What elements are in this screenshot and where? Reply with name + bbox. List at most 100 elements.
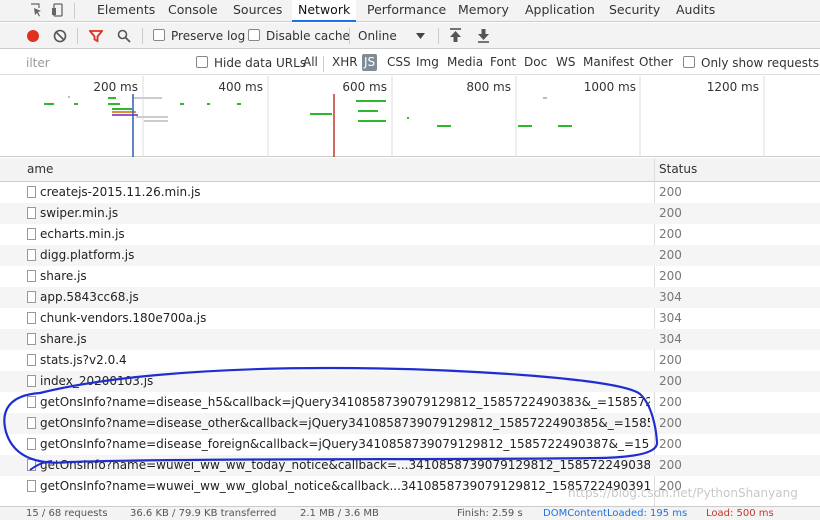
table-row[interactable]: stats.js?v2.0.4 200 [0, 350, 820, 371]
table-row[interactable]: chunk-vendors.180e700a.js 304 [0, 308, 820, 329]
script-file-icon [27, 438, 36, 450]
request-name: getOnsInfo?name=disease_other&callback=j… [40, 416, 650, 430]
type-filter-media[interactable]: Media [445, 54, 485, 71]
type-filter-all[interactable]: All [301, 54, 320, 71]
preserve-log-checkbox[interactable]: Preserve log [153, 27, 245, 45]
timeline-tick-label: 400 ms [218, 80, 263, 94]
request-status: 200 [659, 227, 682, 241]
panel-tab-strip: Elements Console Sources Network Perform… [0, 0, 820, 22]
request-status: 200 [659, 353, 682, 367]
disable-cache-checkbox[interactable]: Disable cache [248, 27, 350, 45]
request-name: getOnsInfo?name=wuwei_ww_ww_today_notice… [40, 458, 650, 472]
script-file-icon [27, 333, 36, 345]
column-header-status[interactable]: Status [659, 158, 697, 181]
inspect-element-icon[interactable] [30, 3, 42, 17]
summary-bar: 15 / 68 requests 36.6 KB / 79.9 KB trans… [0, 506, 820, 520]
type-filter-xhr[interactable]: XHR [330, 54, 360, 71]
network-toolbar: Preserve log Disable cache Online [0, 23, 820, 49]
request-name: share.js [40, 269, 87, 283]
search-icon[interactable] [117, 29, 131, 43]
script-file-icon [27, 249, 36, 261]
export-har-icon[interactable] [477, 28, 490, 43]
timeline-overview[interactable]: 200 ms 400 ms 600 ms 800 ms 1000 ms 1200… [0, 76, 820, 157]
request-name: echarts.min.js [40, 227, 125, 241]
tab-audits[interactable]: Audits [676, 0, 715, 21]
script-file-icon [27, 291, 36, 303]
table-row[interactable]: getOnsInfo?name=disease_other&callback=j… [0, 413, 820, 434]
type-filter-doc[interactable]: Doc [522, 54, 549, 71]
type-filter-ws[interactable]: WS [554, 54, 577, 71]
toolbar-divider [74, 3, 75, 19]
script-file-icon [27, 207, 36, 219]
type-filter-font[interactable]: Font [488, 54, 518, 71]
request-name: chunk-vendors.180e700a.js [40, 311, 207, 325]
tab-console[interactable]: Console [168, 0, 218, 21]
script-file-icon [27, 417, 36, 429]
hide-data-urls-label: Hide data URLs [214, 56, 307, 70]
type-filter-other[interactable]: Other [637, 54, 675, 71]
toolbar-divider [142, 28, 143, 44]
type-filter-css[interactable]: CSS [385, 54, 413, 71]
request-name: getOnsInfo?name=disease_h5&callback=jQue… [40, 395, 650, 409]
tab-elements[interactable]: Elements [97, 0, 155, 21]
filter-bar: ilter Hide data URLs All XHR JS CSS Img … [0, 50, 820, 75]
script-file-icon [27, 459, 36, 471]
table-row[interactable]: getOnsInfo?name=disease_foreign&callback… [0, 434, 820, 455]
filter-input[interactable]: ilter [26, 54, 176, 72]
only-show-label: Only show requests wi [701, 56, 820, 70]
table-row[interactable]: echarts.min.js 200 [0, 224, 820, 245]
checkbox-box[interactable] [683, 56, 695, 68]
timeline-tick-label: 200 ms [93, 80, 138, 94]
clear-icon[interactable] [53, 29, 67, 43]
hide-data-urls-checkbox[interactable]: Hide data URLs [196, 54, 306, 72]
checkbox-box[interactable] [196, 56, 208, 68]
table-row[interactable]: share.js 200 [0, 266, 820, 287]
tab-network[interactable]: Network [292, 0, 357, 22]
type-filter-img[interactable]: Img [414, 54, 441, 71]
timeline-tick-label: 1200 ms [707, 80, 759, 94]
table-row[interactable]: getOnsInfo?name=disease_h5&callback=jQue… [0, 392, 820, 413]
only-show-blocked-checkbox[interactable]: Only show requests wi [683, 54, 820, 72]
tab-sources[interactable]: Sources [233, 0, 282, 21]
request-bars [44, 96, 572, 127]
preserve-log-label: Preserve log [171, 29, 246, 43]
toolbar-divider [323, 56, 324, 72]
request-status: 200 [659, 458, 682, 472]
column-header-name[interactable]: ame [27, 158, 53, 181]
table-row[interactable]: share.js 304 [0, 329, 820, 350]
script-file-icon [27, 270, 36, 282]
checkbox-box[interactable] [248, 29, 260, 41]
toolbar-divider [349, 28, 350, 44]
filter-icon[interactable] [89, 29, 103, 43]
table-row[interactable]: createjs-2015.11.26.min.js 200 [0, 182, 820, 203]
script-file-icon [27, 354, 36, 366]
dropdown-arrow-icon [416, 33, 425, 39]
type-filter-manifest[interactable]: Manifest [581, 54, 636, 71]
script-file-icon [27, 375, 36, 387]
request-status: 200 [659, 206, 682, 220]
table-row[interactable]: app.5843cc68.js 304 [0, 287, 820, 308]
throttling-select[interactable]: Online [358, 27, 425, 45]
tab-application[interactable]: Application [525, 0, 595, 21]
tab-memory[interactable]: Memory [458, 0, 509, 21]
table-row[interactable]: swiper.min.js 200 [0, 203, 820, 224]
tab-security[interactable]: Security [609, 0, 660, 21]
tab-performance[interactable]: Performance [367, 0, 446, 21]
request-name: swiper.min.js [40, 206, 119, 220]
device-toolbar-icon[interactable] [52, 3, 64, 17]
table-row[interactable]: digg.platform.js 200 [0, 245, 820, 266]
record-icon[interactable] [26, 29, 40, 43]
table-header: ame Status [0, 158, 820, 182]
request-status: 200 [659, 437, 682, 451]
table-row[interactable]: getOnsInfo?name=wuwei_ww_ww_today_notice… [0, 455, 820, 476]
request-name: stats.js?v2.0.4 [40, 353, 127, 367]
import-har-icon[interactable] [449, 28, 462, 43]
request-name: app.5843cc68.js [40, 290, 139, 304]
checkbox-box[interactable] [153, 29, 165, 41]
request-name: index_20200103.js [40, 374, 154, 388]
request-status: 200 [659, 185, 682, 199]
type-filter-js[interactable]: JS [362, 54, 378, 71]
request-status: 200 [659, 269, 682, 283]
table-row[interactable]: index_20200103.js 200 [0, 371, 820, 392]
toolbar-divider [77, 28, 78, 44]
